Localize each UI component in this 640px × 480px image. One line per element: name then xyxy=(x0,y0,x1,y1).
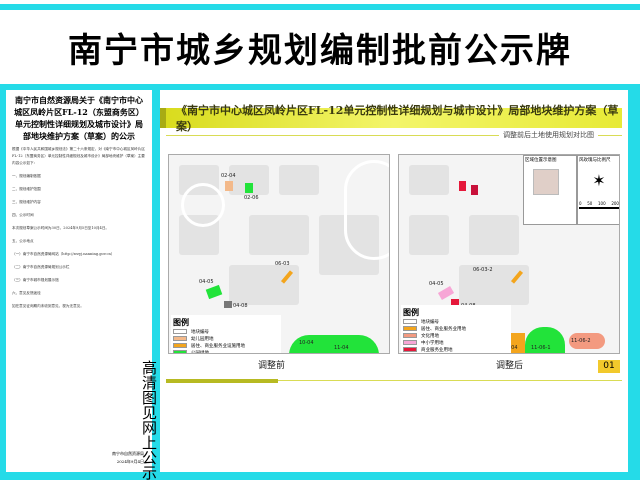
parcel-transit xyxy=(224,301,232,308)
notice-panel: 南宁市自然资源局关于《南宁市中心城区凤岭片区FL-12（东盟商务区）单元控制性详… xyxy=(6,90,152,472)
notice-paragraph: 二、规划维护范围 xyxy=(12,187,41,191)
parcel-finance xyxy=(471,185,478,195)
parcel-label: 04-05 xyxy=(199,279,214,285)
map-after: 区域位置示意图 风玫瑰与比例尺 ✶ 0 50 100 200 06-03-2 04-0… xyxy=(398,154,620,354)
legend-swatch xyxy=(173,329,187,334)
caption-before: 调整前 xyxy=(258,361,286,371)
legend-item: 文化用地 xyxy=(403,332,509,339)
legend-label: 居住、商业服务业用地 xyxy=(421,326,466,332)
wind-rose-icon: ✶ xyxy=(592,171,606,190)
legend-swatch xyxy=(173,350,187,353)
parcel-label: 11-06-2 xyxy=(571,338,591,344)
page-number: 01 xyxy=(598,360,620,373)
location-inset: 区域位置示意图 xyxy=(523,155,577,225)
inset-title: 风玫瑰与比例尺 xyxy=(579,158,611,163)
legend-item: 地块编号 xyxy=(403,318,509,325)
parcel-label: 04-05 xyxy=(429,281,444,287)
parcel-park xyxy=(205,284,223,300)
title-band: 南宁市城乡规划编制批前公示牌 xyxy=(0,10,640,84)
legend-label: 地块编号 xyxy=(191,329,209,335)
notice-paragraph: （二）南宁市自然资源局规划公示栏 xyxy=(12,265,70,269)
legend-item: 居住、商业服务业用地 xyxy=(403,325,509,332)
legend-swatch xyxy=(403,326,417,331)
parcel-label: 10-04 xyxy=(299,340,314,346)
notice-paragraph: 如在意见征询期内未收到意见，视为无意见。 xyxy=(12,304,84,308)
legend-swatch xyxy=(403,333,417,338)
legend-item: 幼儿园用地 xyxy=(173,335,279,342)
parcel-commercial xyxy=(459,181,466,191)
legend-swatch xyxy=(403,340,417,345)
wind-rose-inset: 风玫瑰与比例尺 ✶ 0 50 100 200 xyxy=(577,155,619,225)
notice-paragraph: 五、公示地点 xyxy=(12,239,34,243)
plan-header: 《南宁市中心城区凤岭片区FL-12单元控制性详细规划与城市设计》局部地块维护方案… xyxy=(166,104,622,133)
notice-paragraph: 本次规划草案公示时间为30日，2024年9月5日至10月4日。 xyxy=(12,226,110,230)
notice-paragraph: （三）南宁市城市规划展示馆 xyxy=(12,278,59,282)
notice-body: 根据《中华人民共和国城乡规划法》第二十六条规定，对《南宁市中心城区凤岭片区FL-… xyxy=(12,146,146,310)
notice-paragraph: 三、规划维护内容 xyxy=(12,200,41,204)
plan-subtitle: 调整前后土地使用规划对比图 xyxy=(499,130,598,140)
legend-swatch xyxy=(403,347,417,352)
parcel-school xyxy=(437,286,455,300)
map-before: 02-04 02-06 06-03 04-05 04-08 10-04 11-0… xyxy=(168,154,390,354)
board-frame: 南宁市自然资源局关于《南宁市中心城区凤岭片区FL-12（东盟商务区）单元控制性详… xyxy=(0,84,640,480)
parcel-label: 02-06 xyxy=(244,195,259,201)
parcel-label: 11-04 xyxy=(334,345,349,351)
parcel-kindergarten xyxy=(225,181,233,191)
legend-item: 地块编号 xyxy=(173,328,279,335)
legend-item: 商务金融用地 xyxy=(403,353,509,354)
legend-label: 幼儿园用地 xyxy=(191,336,214,342)
legend-item: 中小学用地 xyxy=(403,339,509,346)
legend-label: 地块编号 xyxy=(421,319,439,325)
plan-panel: 《南宁市中心城区凤岭片区FL-12单元控制性详细规划与城市设计》局部地块维护方案… xyxy=(160,90,628,472)
parcel-label: 06-03 xyxy=(275,261,290,267)
parcel-label: 04-08 xyxy=(233,303,248,309)
board-title: 南宁市城乡规划编制批前公示牌 xyxy=(68,30,572,71)
legend-item: 居住、商业服务业设施用地 xyxy=(173,342,279,349)
parcel-park xyxy=(245,183,253,193)
legend-label: 商业服务业用地 xyxy=(421,347,453,353)
legend-title: 图例 xyxy=(173,318,189,327)
caption-after: 调整后 xyxy=(496,361,524,371)
notice-paragraph: 六、意见反馈途径 xyxy=(12,291,41,295)
legend-swatch xyxy=(403,319,417,324)
footer-line xyxy=(278,380,622,381)
legend-label: 中小学用地 xyxy=(421,340,444,346)
scale-bar: 0 50 100 200 xyxy=(579,201,619,206)
notice-title: 南宁市自然资源局关于《南宁市中心城区凤岭片区FL-12（东盟商务区）单元控制性详… xyxy=(14,95,144,141)
notice-paragraph: 一、规划编制依据 xyxy=(12,174,41,178)
parcel-label: 11-06-1 xyxy=(531,345,551,351)
legend-label: 居住、商业服务业设施用地 xyxy=(191,343,245,349)
legend-after: 图例 地块编号居住、商业服务业用地文化用地中小学用地商业服务业用地商务金融用地公… xyxy=(401,305,511,354)
notice-paragraph: （一）南宁市自然资源局网站（http://zrzyj.nanning.gov.c… xyxy=(12,252,115,256)
parcel-label: 06-03-2 xyxy=(473,267,493,273)
legend-label: 文化用地 xyxy=(421,333,439,339)
legend-item: 公园绿地 xyxy=(173,349,279,354)
side-note: 高清图见网上公示 xyxy=(140,360,158,480)
legend-label: 公园绿地 xyxy=(191,350,209,354)
legend-label: 商务金融用地 xyxy=(421,354,448,355)
legend-item: 商业服务业用地 xyxy=(403,346,509,353)
inset-title: 区域位置示意图 xyxy=(525,158,557,163)
parcel-label: 02-04 xyxy=(221,173,236,179)
notice-paragraph: 根据《中华人民共和国城乡规划法》第二十六条规定，对《南宁市中心城区凤岭片区FL-… xyxy=(12,147,145,165)
footer-bar xyxy=(166,379,278,383)
legend-title: 图例 xyxy=(403,308,419,317)
legend-before: 图例 地块编号幼儿园用地居住、商业服务业设施用地公园绿地公共交通场站用地 xyxy=(171,315,281,354)
legend-swatch xyxy=(173,343,187,348)
notice-paragraph: 四、公示时间 xyxy=(12,213,34,217)
legend-swatch xyxy=(173,336,187,341)
